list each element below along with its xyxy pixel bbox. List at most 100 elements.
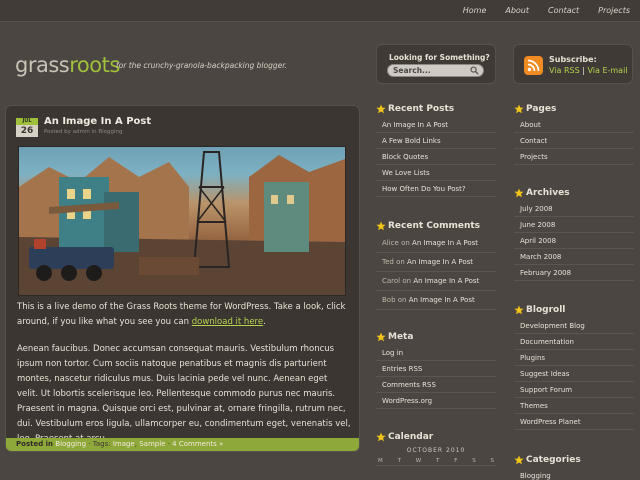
widget-categories: Categories Blogging <box>514 452 634 480</box>
comment-post-link[interactable]: An Image In A Post <box>412 239 478 247</box>
meta-item-wordpress[interactable]: WordPress.org <box>376 393 496 409</box>
blogroll-item[interactable]: Development Blog <box>514 318 634 334</box>
post-footer-tag-sample[interactable]: Sample <box>139 440 165 448</box>
widget-pages-title: Pages <box>514 101 634 117</box>
search-title: Looking for Something? <box>389 53 490 62</box>
archive-item[interactable]: March 2008 <box>514 249 634 265</box>
post-body-paragraph: Aenean faucibus. Donec accumsan consequa… <box>17 344 351 444</box>
calendar-month: OCTOBER 2010 <box>406 447 466 454</box>
archive-item[interactable]: July 2008 <box>514 201 634 217</box>
download-link[interactable]: download it here <box>192 317 263 327</box>
site-tagline: for the crunchy-granola-backpacking blog… <box>116 61 288 70</box>
post-intro-end: . <box>263 317 266 327</box>
star-icon <box>514 305 524 315</box>
widget-blogroll: Blogroll Development Blog Documentation … <box>514 302 634 430</box>
meta-item-comments-rss[interactable]: Comments RSS <box>376 377 496 393</box>
top-navigation: Home About Contact Projects <box>0 0 640 22</box>
blogroll-item[interactable]: Themes <box>514 398 634 414</box>
archive-item[interactable]: April 2008 <box>514 233 634 249</box>
meta-item-entries-rss[interactable]: Entries RSS <box>376 361 496 377</box>
post-footer-tags-label: Tags: <box>92 440 111 448</box>
comment-post-link[interactable]: An Image In A Post <box>407 258 473 266</box>
calendar-weekday: S <box>490 458 495 464</box>
post-intro-paragraph: This is a live demo of the Grass Roots t… <box>17 300 351 330</box>
comment-on: on <box>402 277 412 285</box>
post-footer-posted-label: Posted in <box>16 440 54 448</box>
page-item-contact[interactable]: Contact <box>514 133 634 149</box>
calendar-weekday: T <box>436 458 440 464</box>
category-item[interactable]: Blogging <box>514 468 634 480</box>
recent-post-item[interactable]: A Few Bold Links <box>376 133 496 149</box>
search-input[interactable]: Search... <box>387 64 484 77</box>
meta-item-login[interactable]: Log in <box>376 345 496 361</box>
widget-recent-posts: Recent Posts An Image In A Post A Few Bo… <box>376 101 496 197</box>
widget-archives-title: Archives <box>514 185 634 201</box>
star-icon <box>376 332 386 342</box>
widget-blogroll-title: Blogroll <box>514 302 634 318</box>
subscribe-separator: | <box>582 66 585 75</box>
widget-archives: Archives July 2008 June 2008 April 2008 … <box>514 185 634 281</box>
comment-post-link[interactable]: An Image In A Post <box>409 296 475 304</box>
star-icon <box>376 104 386 114</box>
recent-post-item[interactable]: An Image In A Post <box>376 117 496 133</box>
comment-author: Ted <box>382 258 394 266</box>
star-icon <box>376 221 386 231</box>
post-footer-tag-image[interactable]: Image <box>113 440 135 448</box>
star-icon <box>514 188 524 198</box>
subscribe-email-link[interactable]: Via E-mail <box>587 66 627 75</box>
blogroll-item[interactable]: Suggest Ideas <box>514 366 634 382</box>
archive-item[interactable]: February 2008 <box>514 265 634 281</box>
subscribe-rss-link[interactable]: Via RSS <box>549 66 580 75</box>
blogroll-item[interactable]: WordPress Planet <box>514 414 634 430</box>
calendar-weekday: T <box>397 458 401 464</box>
search-icon[interactable] <box>470 66 479 75</box>
comment-post-link[interactable]: An Image In A Post <box>413 277 479 285</box>
widget-categories-title: Categories <box>514 452 634 468</box>
nav-home[interactable]: Home <box>463 6 487 15</box>
post-footer-category-link[interactable]: Blogging <box>55 440 86 448</box>
blogroll-item[interactable]: Support Forum <box>514 382 634 398</box>
blogroll-item[interactable]: Documentation <box>514 334 634 350</box>
calendar-weekday: S <box>472 458 476 464</box>
site-logo[interactable]: grassroots <box>15 53 120 77</box>
comment-on: on <box>397 296 407 304</box>
comment-on: on <box>401 239 410 247</box>
post-date-day: 26 <box>16 125 38 137</box>
widget-calendar: Calendar OCTOBER 2010 M T W T F S S <box>376 429 496 466</box>
recent-post-item[interactable]: How Often Do You Post? <box>376 181 496 197</box>
comment-author: Alice <box>382 239 399 247</box>
post-image-illustration <box>19 151 345 295</box>
search-placeholder: Search... <box>393 66 431 75</box>
widget-meta-title: Meta <box>376 329 496 345</box>
post-footer-dot: · <box>88 440 91 448</box>
post-meta: Posted by admin in Blogging <box>44 129 123 135</box>
nav-projects[interactable]: Projects <box>598 6 630 15</box>
recent-comment-item: Carol on An Image In A Post <box>376 272 496 291</box>
blogroll-item[interactable]: Plugins <box>514 350 634 366</box>
post-title[interactable]: An Image In A Post <box>44 116 151 127</box>
calendar-weekday: W <box>415 458 422 464</box>
comment-author: Carol <box>382 277 401 285</box>
calendar-weekday: F <box>454 458 458 464</box>
page-item-about[interactable]: About <box>514 117 634 133</box>
nav-about[interactable]: About <box>505 6 529 15</box>
star-icon <box>376 432 386 442</box>
post-intro-text: This is a live demo of the Grass Roots t… <box>17 302 346 327</box>
page-item-projects[interactable]: Projects <box>514 149 634 165</box>
post-footer-comments-link[interactable]: 4 Comments » <box>172 440 223 448</box>
archive-item[interactable]: June 2008 <box>514 217 634 233</box>
widget-recent-posts-title: Recent Posts <box>376 101 496 117</box>
star-icon <box>514 455 524 465</box>
comment-on: on <box>396 258 405 266</box>
subscribe-links: Via RSS | Via E-mail <box>549 66 628 75</box>
calendar-weekday: M <box>378 458 383 464</box>
widget-meta: Meta Log in Entries RSS Comments RSS Wor… <box>376 329 496 409</box>
nav-contact[interactable]: Contact <box>548 6 579 15</box>
logo-part-roots: roots <box>69 53 120 77</box>
search-box: Looking for Something? Search... <box>376 44 496 84</box>
rss-icon[interactable] <box>524 56 543 75</box>
logo-part-grass: grass <box>15 53 70 77</box>
recent-post-item[interactable]: Block Quotes <box>376 149 496 165</box>
recent-post-item[interactable]: We Love Lists <box>376 165 496 181</box>
post-date-badge: JUL 26 <box>16 118 38 137</box>
